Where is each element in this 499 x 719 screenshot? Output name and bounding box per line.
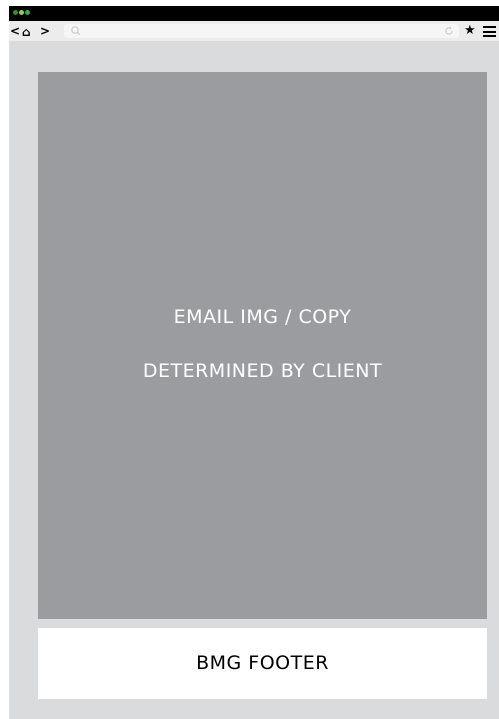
hero-copy-line-2: DETERMINED BY CLIENT: [142, 360, 383, 382]
home-button[interactable]: ⌂: [22, 24, 31, 40]
address-bar[interactable]: [64, 24, 459, 38]
maximize-window-button[interactable]: [25, 10, 30, 15]
close-window-button[interactable]: [13, 10, 18, 15]
email-footer: BMG FOOTER: [38, 628, 487, 699]
email-hero-placeholder: EMAIL IMG / COPY DETERMINED BY CLIENT: [38, 72, 487, 619]
hero-copy-line-1: EMAIL IMG / COPY: [173, 306, 352, 328]
back-button[interactable]: <: [10, 23, 20, 39]
hamburger-menu-icon[interactable]: [483, 26, 496, 37]
browser-window: < ⌂ > ★ EMAIL IMG / COPY DETERMINED BY C…: [9, 6, 499, 719]
minimize-window-button[interactable]: [19, 10, 24, 15]
star-icon[interactable]: ★: [464, 22, 476, 40]
footer-label: BMG FOOTER: [196, 652, 329, 674]
reload-icon[interactable]: [443, 25, 455, 37]
forward-button[interactable]: >: [40, 23, 50, 39]
browser-toolbar: < ⌂ > ★: [9, 21, 499, 41]
search-icon: [71, 26, 81, 36]
title-bar: [9, 6, 499, 21]
